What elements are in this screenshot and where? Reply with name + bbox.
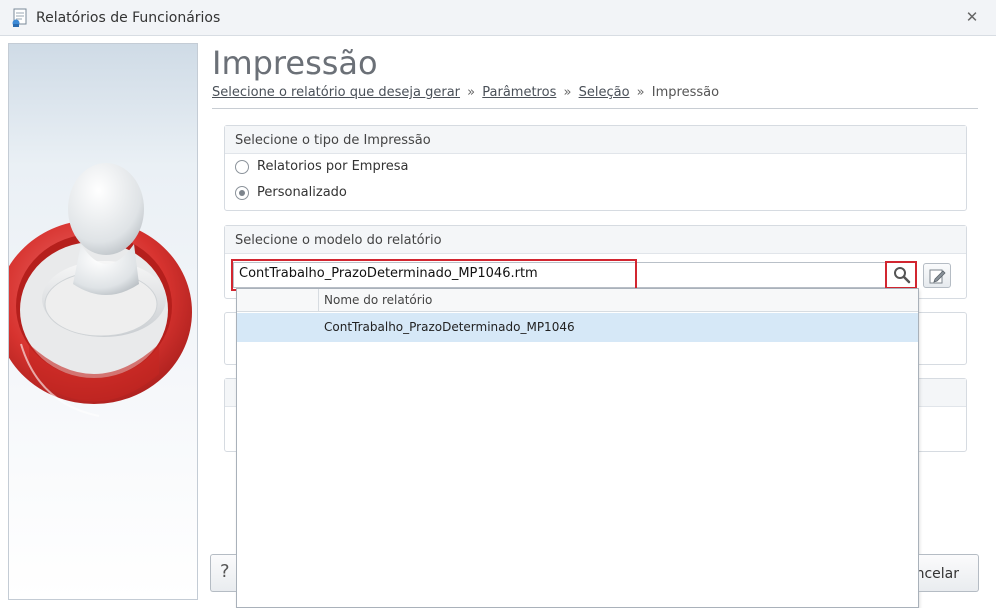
radio-button[interactable] — [235, 159, 249, 174]
dropdown-header: Nome do relatório — [237, 289, 918, 312]
list-item-name: ContTrabalho_PrazoDeterminado_MP1046 — [324, 320, 575, 334]
help-button[interactable]: ? — [210, 554, 236, 592]
list-item[interactable]: ContTrabalho_PrazoDeterminado_MP1046 — [237, 313, 918, 342]
edit-report-button[interactable] — [923, 263, 951, 288]
radio-label: Personalizado — [257, 185, 347, 200]
user-avatar-illustration — [9, 163, 192, 417]
breadcrumb-separator: » — [636, 85, 645, 100]
search-highlight-box — [885, 261, 917, 289]
report-app-icon — [12, 8, 27, 27]
column-header-report-name: Nome do relatório — [324, 293, 433, 307]
cancel-label: Cancelar — [919, 566, 959, 582]
input-highlight-box — [231, 259, 637, 291]
breadcrumb: Selecione o relatório que deseja gerar »… — [212, 85, 719, 100]
edit-document-icon — [929, 269, 946, 283]
breadcrumb-current: Impressão — [651, 85, 720, 100]
report-model-title: Selecione o modelo do relatório — [225, 226, 966, 254]
breadcrumb-separator: » — [563, 85, 572, 100]
print-type-group: Selecione o tipo de Impressão Relatorios… — [224, 125, 967, 211]
radio-personalizado[interactable]: Personalizado — [235, 185, 347, 200]
radio-label: Relatorios por Empresa — [257, 159, 409, 174]
close-icon[interactable]: ✕ — [964, 9, 980, 25]
radio-relatorios-por-empresa[interactable]: Relatorios por Empresa — [235, 159, 409, 174]
breadcrumb-link-parameters[interactable]: Parâmetros — [482, 85, 556, 100]
report-dropdown-list[interactable]: Nome do relatório ContTrabalho_PrazoDete… — [236, 288, 919, 608]
breadcrumb-link-selection[interactable]: Seleção — [579, 85, 630, 100]
print-type-title: Selecione o tipo de Impressão — [225, 126, 966, 154]
window-title: Relatórios de Funcionários — [36, 10, 221, 26]
radio-button-checked[interactable] — [235, 185, 249, 200]
header-divider — [212, 108, 978, 109]
dropdown-gutter — [237, 289, 319, 312]
window-titlebar: Relatórios de Funcionários ✕ — [0, 0, 996, 36]
side-illustration — [8, 43, 198, 600]
breadcrumb-separator: » — [467, 85, 476, 100]
cancel-button[interactable]: Cancelar — [919, 554, 979, 592]
page-title: Impressão — [212, 44, 378, 82]
breadcrumb-link-select-report[interactable]: Selecione o relatório que deseja gerar — [212, 85, 460, 100]
